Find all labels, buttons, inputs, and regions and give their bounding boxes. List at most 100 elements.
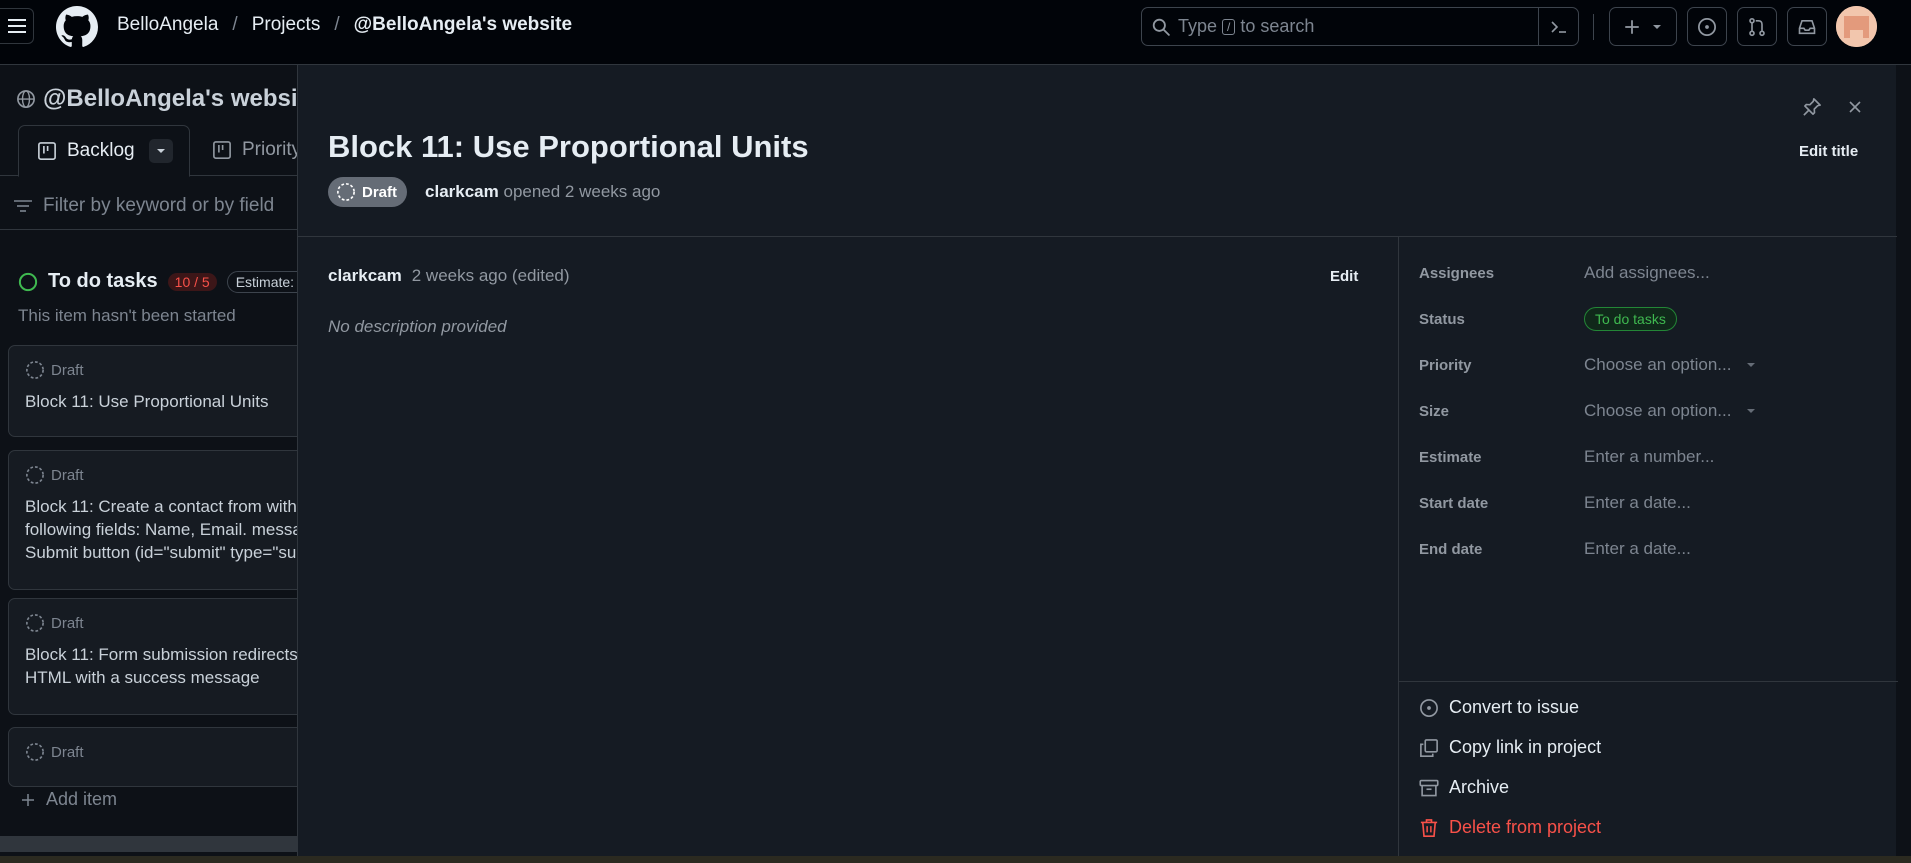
column-description: This item hasn't been started xyxy=(18,306,236,325)
action-label: Delete from project xyxy=(1449,817,1602,837)
trash-icon xyxy=(1420,818,1438,837)
search-placeholder-suffix: to search xyxy=(1240,16,1315,36)
item-fields-sidebar: Assignees Add assignees... Status To do … xyxy=(1398,237,1898,856)
tab-backlog[interactable]: Backlog xyxy=(18,125,190,177)
field-label: Status xyxy=(1419,311,1465,328)
command-palette-button[interactable] xyxy=(1538,8,1578,45)
project-title: @BelloAngela's website xyxy=(16,85,300,113)
field-status[interactable]: Status To do tasks xyxy=(1399,303,1898,337)
filter-input[interactable]: Filter by keyword or by field xyxy=(0,182,300,230)
delete-from-project-button[interactable]: Delete from project xyxy=(1419,817,1601,838)
tab-priority-board[interactable]: Priority board xyxy=(212,139,300,161)
board-card[interactable]: Draft Block 11: Use Proportional Units xyxy=(8,345,300,437)
edit-description-button[interactable]: Edit xyxy=(1330,268,1358,285)
field-assignees[interactable]: Assignees Add assignees... xyxy=(1399,257,1898,291)
field-value[interactable]: Enter a number... xyxy=(1584,447,1714,467)
issue-opened-icon xyxy=(1420,698,1438,717)
field-start-date[interactable]: Start date Enter a date... xyxy=(1399,487,1898,521)
project-board-icon xyxy=(38,142,56,160)
github-logo-icon[interactable] xyxy=(56,6,98,48)
view-tabs: Backlog Priority board xyxy=(0,125,300,177)
action-label: Copy link in project xyxy=(1449,737,1602,757)
board-card[interactable]: Draft xyxy=(8,727,300,787)
horizontal-scrollbar[interactable] xyxy=(0,836,300,852)
field-value[interactable]: Choose an option... xyxy=(1584,355,1757,375)
card-status-label: Draft xyxy=(51,466,84,484)
draft-icon xyxy=(26,361,44,379)
field-value[interactable]: Enter a date... xyxy=(1584,493,1691,513)
field-priority[interactable]: Priority Choose an option... xyxy=(1399,349,1898,383)
status-badge[interactable]: To do tasks xyxy=(1584,307,1677,331)
column-count-badge: 10 / 5 xyxy=(167,272,217,291)
comment-author-link[interactable]: clarkcam xyxy=(328,266,402,286)
breadcrumb-separator: / xyxy=(232,14,238,35)
item-title: Block 11: Use Proportional Units xyxy=(328,129,809,164)
field-size[interactable]: Size Choose an option... xyxy=(1399,395,1898,429)
card-title[interactable]: Block 11: Form submission redirects to H… xyxy=(25,643,298,689)
field-value[interactable]: Enter a date... xyxy=(1584,539,1691,559)
pin-button[interactable] xyxy=(1798,93,1826,121)
tab-options-button[interactable] xyxy=(149,139,173,163)
triangle-down-icon xyxy=(1747,363,1756,367)
close-panel-button[interactable] xyxy=(1841,93,1869,121)
card-status: Draft xyxy=(25,465,291,485)
column-header: To do tasks 10 / 5 Estimate: 0 xyxy=(18,270,300,293)
convert-to-issue-button[interactable]: Convert to issue xyxy=(1419,697,1579,718)
action-label: Archive xyxy=(1449,777,1510,797)
inbox-button[interactable] xyxy=(1787,7,1827,46)
triangle-down-icon xyxy=(157,149,165,153)
project-board-icon xyxy=(213,141,231,159)
card-status: Draft xyxy=(25,360,291,380)
card-status: Draft xyxy=(25,742,291,762)
edit-title-button[interactable]: Edit title xyxy=(1799,143,1858,160)
hamburger-icon xyxy=(7,19,26,33)
search-input[interactable]: Type / to search xyxy=(1141,7,1579,46)
menu-button[interactable] xyxy=(0,8,34,44)
board-card[interactable]: Draft Block 11: Create a contact from wi… xyxy=(8,450,300,590)
field-value[interactable]: Choose an option... xyxy=(1584,401,1757,421)
breadcrumb-project[interactable]: @BelloAngela's website xyxy=(354,14,572,36)
triangle-down-icon xyxy=(1747,409,1756,413)
item-body: clarkcam 2 weeks ago (edited) Edit No de… xyxy=(298,237,1398,856)
issue-opened-icon xyxy=(1698,17,1716,36)
create-new-button[interactable] xyxy=(1609,7,1677,46)
archive-icon xyxy=(1419,779,1439,796)
issues-button[interactable] xyxy=(1687,7,1727,46)
field-value[interactable]: To do tasks xyxy=(1584,307,1677,331)
tab-priority-label: Priority board xyxy=(242,139,300,160)
triangle-down-icon xyxy=(1653,24,1661,29)
draft-icon xyxy=(26,614,44,632)
card-title[interactable]: Block 11: Use Proportional Units xyxy=(25,390,291,413)
git-pull-request-icon xyxy=(1749,17,1765,36)
breadcrumb: BelloAngela / Projects / @BelloAngela's … xyxy=(117,14,572,36)
item-author-link[interactable]: clarkcam xyxy=(425,182,499,201)
add-item-button[interactable]: Add item xyxy=(20,789,117,810)
user-avatar[interactable] xyxy=(1836,6,1877,47)
card-status-label: Draft xyxy=(51,361,84,379)
item-status-line: Draft clarkcam opened 2 weeks ago xyxy=(328,177,660,207)
archive-button[interactable]: Archive xyxy=(1419,777,1509,798)
pin-icon xyxy=(1803,98,1821,116)
card-title[interactable]: Block 11: Create a contact from with the… xyxy=(25,495,300,564)
board-card[interactable]: Draft Block 11: Form submission redirect… xyxy=(8,598,300,715)
pull-requests-button[interactable] xyxy=(1737,7,1777,46)
column-name: To do tasks xyxy=(48,270,158,292)
field-label: Start date xyxy=(1419,495,1489,512)
item-opened-text: opened 2 weeks ago xyxy=(503,182,661,201)
field-end-date[interactable]: End date Enter a date... xyxy=(1399,533,1898,567)
card-status: Draft xyxy=(25,613,291,633)
terminal-icon xyxy=(1550,20,1566,33)
breadcrumb-owner[interactable]: BelloAngela xyxy=(117,14,218,36)
field-label: Assignees xyxy=(1419,265,1495,282)
field-value[interactable]: Add assignees... xyxy=(1584,263,1710,283)
breadcrumb-projects[interactable]: Projects xyxy=(252,14,321,36)
plus-icon xyxy=(1625,19,1639,34)
field-estimate[interactable]: Estimate Enter a number... xyxy=(1399,441,1898,475)
draft-icon xyxy=(337,183,355,201)
card-status-label: Draft xyxy=(51,614,84,632)
copy-link-button[interactable]: Copy link in project xyxy=(1419,737,1601,758)
add-item-label: Add item xyxy=(46,789,118,809)
comment-timestamp[interactable]: 2 weeks ago (edited) xyxy=(412,266,570,286)
project-title-text: @BelloAngela's website xyxy=(43,85,300,112)
action-label: Convert to issue xyxy=(1449,697,1580,717)
